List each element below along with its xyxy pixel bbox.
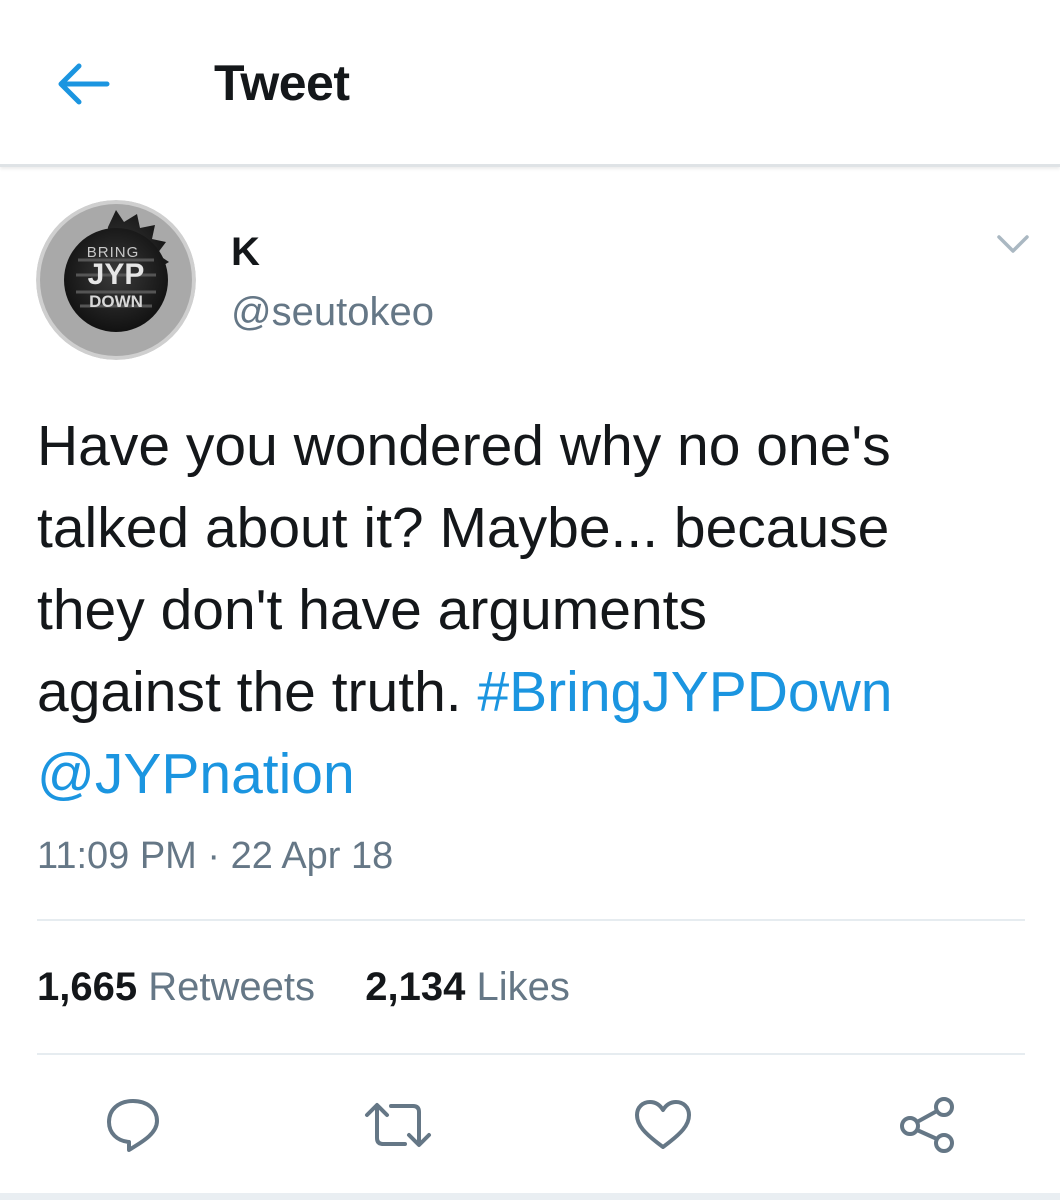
- tweet-text: Have you wondered why no one's talked ab…: [37, 405, 1037, 815]
- tweet-timestamp: 11:09 PM · 22 Apr 18: [37, 835, 394, 877]
- hashtag-link[interactable]: #BringJYPDown: [477, 660, 892, 724]
- reply-icon: [107, 1099, 159, 1152]
- reply-button[interactable]: [98, 1090, 168, 1160]
- tweet-text-line: talked about it? Maybe... because: [37, 496, 890, 560]
- arrow-left-icon: [58, 63, 110, 105]
- share-button[interactable]: [893, 1090, 963, 1160]
- mention-link[interactable]: @JYPnation: [37, 742, 355, 806]
- likes-count: 2,134: [365, 965, 466, 1009]
- tweet-text-line: against the truth. #BringJYPDown: [37, 651, 1037, 733]
- top-app-bar: Tweet: [0, 0, 1060, 167]
- retweet-icon: [365, 1103, 431, 1147]
- avatar-image: BRING JYP DOWN: [36, 200, 196, 360]
- retweet-button[interactable]: [363, 1090, 433, 1160]
- chevron-down-icon: [997, 235, 1029, 253]
- retweets-label: Retweets: [148, 965, 315, 1009]
- avatar-text-down: DOWN: [89, 292, 143, 311]
- tweet-text-segment: against the truth.: [37, 660, 478, 724]
- back-button[interactable]: [50, 56, 116, 112]
- like-button[interactable]: [628, 1090, 698, 1160]
- likes-stat[interactable]: 2,134 Likes: [365, 965, 570, 1010]
- divider: [37, 919, 1025, 921]
- tweet-stats: 1,665 Retweets 2,134 Likes: [37, 965, 570, 1010]
- display-name[interactable]: K: [231, 230, 260, 275]
- divider: [37, 1053, 1025, 1055]
- bottom-separator: [0, 1193, 1060, 1200]
- tweet-text-line: @JYPnation: [37, 733, 1037, 815]
- likes-label: Likes: [476, 965, 570, 1009]
- share-icon: [900, 1097, 954, 1153]
- tweet-text-line: Have you wondered why no one's: [37, 414, 891, 478]
- retweets-count: 1,665: [37, 965, 138, 1009]
- page-title: Tweet: [214, 55, 350, 111]
- user-handle[interactable]: @seutokeo: [231, 290, 434, 335]
- tweet-text-line: they don't have arguments: [37, 578, 707, 642]
- avatar[interactable]: BRING JYP DOWN: [36, 200, 196, 360]
- tweet-options-button[interactable]: [990, 226, 1036, 262]
- avatar-text-jyp: JYP: [88, 258, 145, 291]
- retweets-stat[interactable]: 1,665 Retweets: [37, 965, 315, 1010]
- like-heart-icon: [635, 1100, 691, 1149]
